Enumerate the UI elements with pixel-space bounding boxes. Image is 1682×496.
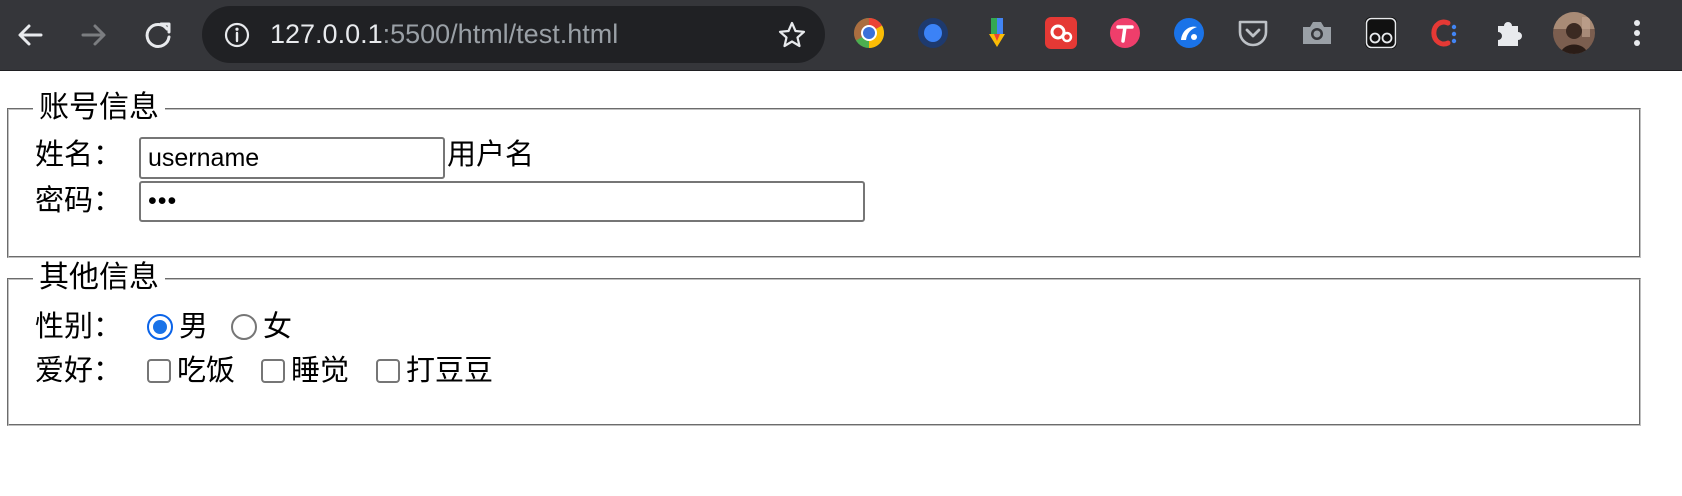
bookmark-ribbon-icon[interactable]: [979, 15, 1015, 51]
url-text[interactable]: 127.0.0.1:5500/html/test.html: [270, 20, 618, 49]
hobby-eat-checkbox[interactable]: [147, 359, 171, 383]
username-input[interactable]: [139, 137, 445, 179]
red-c-extension-icon[interactable]: [1427, 15, 1463, 51]
hobby-sleep-label[interactable]: 睡觉: [291, 350, 349, 390]
forward-button[interactable]: [74, 15, 114, 55]
url-path: :5500/html/test.html: [382, 19, 619, 49]
other-info-fieldset: 其他信息 性别： 男 女 爱好： 吃饭 睡觉 打豆豆: [7, 258, 1641, 426]
gender-label: 性别：: [35, 309, 123, 343]
red-gears-extension-icon[interactable]: [1043, 15, 1079, 51]
info-icon[interactable]: [224, 22, 250, 48]
reload-button[interactable]: [138, 15, 178, 55]
account-info-fieldset: 账号信息 姓名： 用户名 密码： •••: [7, 88, 1641, 258]
hobby-label: 爱好：: [35, 353, 123, 387]
address-bar[interactable]: 127.0.0.1:5500/html/test.html: [202, 6, 825, 63]
page-content: 账号信息 姓名： 用户名 密码： ••• 其他信息 性别： 男 女 爱好： 吃饭…: [0, 71, 1682, 496]
chrome-color-icon[interactable]: [851, 15, 887, 51]
other-info-legend: 其他信息: [33, 258, 165, 298]
password-input[interactable]: •••: [139, 181, 865, 222]
pocket-icon[interactable]: [1235, 15, 1271, 51]
avatar[interactable]: [1551, 10, 1597, 56]
back-button[interactable]: [10, 15, 50, 55]
url-host: 127.0.0.1: [270, 19, 383, 49]
arrow-left-icon: [18, 24, 43, 46]
hobby-sleep-checkbox[interactable]: [261, 359, 285, 383]
browser-toolbar: 127.0.0.1:5500/html/test.html: [0, 0, 1682, 71]
goggles-extension-icon[interactable]: [1363, 15, 1399, 51]
star-icon[interactable]: [777, 20, 807, 50]
arrow-right-icon: [81, 24, 106, 46]
pink-t-extension-icon[interactable]: [1107, 15, 1143, 51]
blue-swirl-extension-icon[interactable]: [1171, 15, 1207, 51]
hobby-hit-doudou-checkbox[interactable]: [376, 359, 400, 383]
gender-female-label[interactable]: 女: [263, 306, 292, 346]
gender-male-label[interactable]: 男: [179, 306, 208, 346]
username-suffix-label: 用户名: [447, 137, 535, 171]
account-info-legend: 账号信息: [33, 88, 165, 128]
kebab-menu-icon[interactable]: [1619, 15, 1655, 51]
reload-icon: [145, 22, 171, 48]
gender-female-radio[interactable]: [231, 314, 257, 340]
blue-dot-extension-icon[interactable]: [915, 15, 951, 51]
hobby-eat-label[interactable]: 吃饭: [177, 350, 235, 390]
camera-icon[interactable]: [1299, 15, 1335, 51]
hobby-hit-doudou-label[interactable]: 打豆豆: [406, 350, 493, 390]
name-label: 姓名：: [35, 137, 123, 171]
puzzle-piece-icon[interactable]: [1491, 15, 1527, 51]
gender-male-radio[interactable]: [147, 314, 173, 340]
password-label: 密码：: [35, 183, 123, 217]
